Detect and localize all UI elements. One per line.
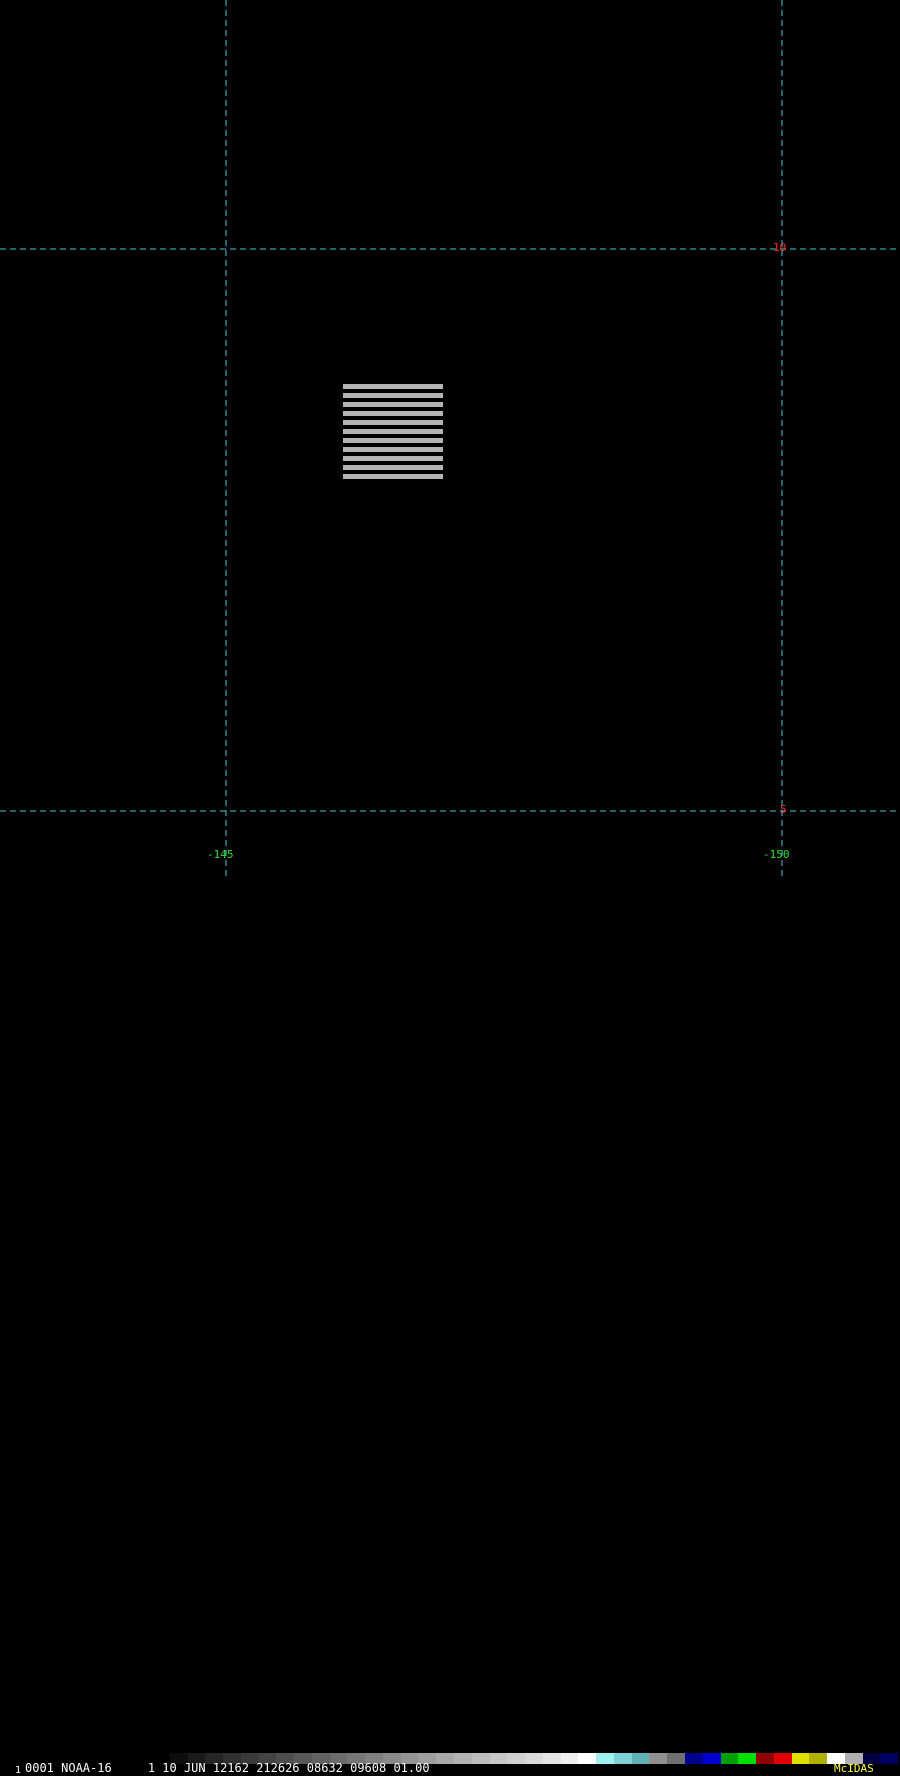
swath-stripe (343, 447, 443, 452)
swath-stripe (343, 420, 443, 425)
color-scale-segment (596, 1753, 614, 1764)
longitude-label-145: -145 (207, 848, 234, 861)
color-scale-segment (560, 1753, 579, 1764)
map-canvas (0, 0, 900, 876)
swath-stripe (343, 438, 443, 443)
color-scale-segment (702, 1753, 721, 1764)
swath-stripe (343, 402, 443, 407)
color-scale-segment (756, 1753, 774, 1764)
color-scale-segment (542, 1753, 561, 1764)
color-scale-segment (720, 1753, 739, 1764)
mcidas-brand-label: McIDAS (834, 1762, 874, 1775)
color-scale-segment (880, 1753, 899, 1764)
swath-stripe (343, 465, 443, 470)
color-scale-segment (791, 1753, 810, 1764)
swath-stripe (343, 474, 443, 479)
color-scale-segment (631, 1753, 650, 1764)
color-scale-segment (489, 1753, 508, 1764)
color-scale-segment (773, 1753, 792, 1764)
status-bar: 1 0001 NOAA-16 1 10 JUN 12162 212626 086… (0, 876, 900, 1776)
color-scale-segment (613, 1753, 632, 1764)
color-scale-segment (649, 1753, 668, 1764)
longitude-label-150: -150 (763, 848, 790, 861)
color-scale-segment (454, 1753, 472, 1764)
frame-marker: 1 (15, 1765, 22, 1776)
color-scale-segment (578, 1753, 597, 1764)
image-info-text: 0001 NOAA-16 1 10 JUN 12162 212626 08632… (25, 1761, 430, 1775)
latitude-label-10: 10 (773, 241, 787, 254)
swath-stripe (343, 384, 443, 389)
color-scale-segment (667, 1753, 685, 1764)
swath-stripe (343, 456, 443, 461)
color-scale-segment (471, 1753, 490, 1764)
color-scale-segment (738, 1753, 757, 1764)
color-scale-segment (525, 1753, 543, 1764)
swath-stripe (343, 429, 443, 434)
satellite-image-viewer[interactable]: 10 5 -145 -150 1 0001 NOAA-16 1 10 JUN 1… (0, 0, 900, 1776)
lat-lon-grid (0, 0, 900, 876)
swath-stripe (343, 411, 443, 416)
color-scale-segment (507, 1753, 526, 1764)
color-scale-segment (809, 1753, 828, 1764)
swath-stripe (343, 393, 443, 398)
image-swath-patch (343, 384, 443, 479)
color-scale-segment (436, 1753, 455, 1764)
latitude-label-5: 5 (780, 803, 787, 816)
color-scale-segment (684, 1753, 703, 1764)
